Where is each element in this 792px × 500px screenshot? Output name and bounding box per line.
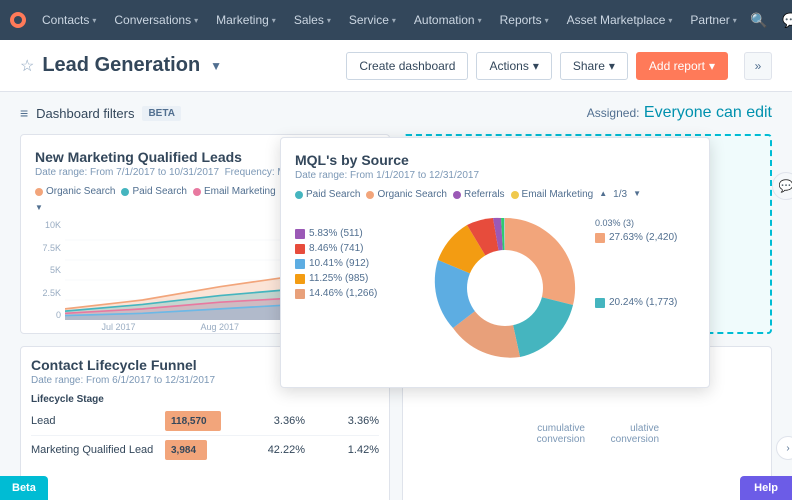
donut-dot-paid: [295, 191, 303, 199]
legend-dot-email: [193, 188, 201, 196]
y-axis: 10K 7.5K 5K 2.5K 0: [35, 220, 65, 320]
filter-icon: ≡: [20, 105, 28, 121]
donut-right-labels: 0.03% (3) 27.63% (2,420) 20.24% (1,773): [595, 218, 715, 308]
top-navigation: Contacts▾ Conversations▾ Marketing▾ Sale…: [0, 0, 792, 40]
legend-organic-search: Organic Search: [35, 186, 115, 197]
donut-label-3: 11.25% (985): [295, 273, 415, 284]
donut-page: 1/3: [613, 189, 627, 200]
assigned-area: Assigned: Everyone can edit: [587, 104, 772, 122]
beta-label[interactable]: Beta: [0, 476, 48, 500]
assigned-label: Assigned:: [587, 106, 640, 120]
dashboard-actions: Create dashboard Actions ▾ Share ▾ Add r…: [346, 52, 772, 80]
filters-bar: ≡ Dashboard filters BETA Assigned: Every…: [20, 104, 772, 122]
assigned-value[interactable]: Everyone can edit: [644, 104, 772, 121]
favorite-icon[interactable]: ☆: [20, 56, 34, 76]
search-icon[interactable]: 🔍: [747, 8, 771, 32]
mql-pct1: 42.22%: [235, 444, 305, 456]
donut-legend-email: Email Marketing: [511, 189, 594, 200]
donut-label-1: 8.46% (741): [295, 243, 415, 254]
sub-navigation: ☆ Lead Generation ▼ Create dashboard Act…: [0, 40, 792, 92]
donut-svg: [425, 208, 585, 368]
donut-legend-paid: Paid Search: [295, 189, 360, 200]
mql-stage-label: Marketing Qualified Lead: [31, 444, 161, 456]
add-report-button[interactable]: Add report ▾: [636, 52, 728, 80]
mql-bar-container: 3,984: [165, 440, 231, 460]
nav-service[interactable]: Service▾: [341, 9, 404, 31]
filters-label: Dashboard filters: [36, 106, 134, 121]
filters-left: ≡ Dashboard filters BETA: [20, 105, 181, 121]
nav-conversations[interactable]: Conversations▾: [106, 9, 206, 31]
lead-bar: 118,570: [165, 411, 221, 431]
beta-badge: BETA: [142, 106, 180, 121]
donut-next-icon[interactable]: ▼: [633, 189, 641, 200]
donut-dot-referrals: [453, 191, 461, 199]
lead-pct1: 3.36%: [235, 415, 305, 427]
help-button[interactable]: Help: [740, 476, 792, 500]
legend-dot-paid: [121, 188, 129, 196]
donut-svg-container: [425, 208, 585, 373]
donut-rlabel-top: 0.03% (3): [595, 218, 715, 228]
nav-reports[interactable]: Reports▾: [492, 9, 557, 31]
chat-icon[interactable]: 💬: [779, 8, 792, 32]
actions-button[interactable]: Actions ▾: [476, 52, 551, 80]
mql-pct2: 1.42%: [309, 444, 379, 456]
collapse-panel-button[interactable]: »: [744, 52, 772, 80]
funnel-row-lead: Lead 118,570 3.36% 3.36%: [31, 411, 379, 436]
donut-title: MQL's by Source: [295, 152, 695, 168]
title-dropdown-icon[interactable]: ▼: [210, 59, 222, 73]
donut-chart-container: 5.83% (511) 8.46% (741) 10.41% (912) 11.…: [295, 208, 695, 373]
donut-label-0: 5.83% (511): [295, 228, 415, 239]
donut-dot-email: [511, 191, 519, 199]
nav-asset-marketplace[interactable]: Asset Marketplace▾: [559, 9, 681, 31]
share-button[interactable]: Share ▾: [560, 52, 628, 80]
page-title: Lead Generation: [42, 54, 200, 77]
chart1-next-icon[interactable]: ▼: [35, 203, 43, 212]
legend-paid-search: Paid Search: [121, 186, 186, 197]
nav-marketing[interactable]: Marketing▾: [208, 9, 284, 31]
mql-bar: 3,984: [165, 440, 207, 460]
lead-pct2: 3.36%: [309, 415, 379, 427]
main-content: ≡ Dashboard filters BETA Assigned: Every…: [0, 92, 792, 500]
donut-date: Date range: From 1/1/2017 to 12/31/2017: [295, 170, 695, 181]
donut-rlabel-2: 20.24% (1,773): [595, 297, 715, 308]
lifecycle-stage-label: Lifecycle Stage: [31, 394, 379, 405]
feedback-icon[interactable]: 💬: [772, 172, 792, 200]
donut-legend-referrals: Referrals: [453, 189, 505, 200]
lead-bar-container: 118,570: [165, 411, 231, 431]
nav-partner[interactable]: Partner▾: [682, 9, 744, 31]
page-title-area: ☆ Lead Generation ▼: [20, 54, 222, 77]
nav-right-icons: 🔍 💬 ⚙ 🔔 U: [747, 6, 792, 34]
donut-rlabel-1: 27.63% (2,420): [595, 232, 715, 243]
donut-rlabel-2-spacer: 20.24% (1,773): [595, 297, 715, 308]
nav-automation[interactable]: Automation▾: [406, 9, 490, 31]
col-headers: cumulativeconversion ulativeconversion: [515, 423, 659, 445]
create-dashboard-button[interactable]: Create dashboard: [346, 52, 468, 80]
hubspot-logo[interactable]: [8, 6, 28, 34]
donut-dot-organic: [366, 191, 374, 199]
donut-prev-icon[interactable]: ▲: [599, 189, 607, 200]
donut-legend-organic: Organic Search: [366, 189, 446, 200]
lead-stage-label: Lead: [31, 415, 161, 427]
donut-label-2: 10.41% (912): [295, 258, 415, 269]
donut-chart-card: MQL's by Source Date range: From 1/1/201…: [280, 137, 710, 388]
legend-dot-organic: [35, 188, 43, 196]
donut-legend: Paid Search Organic Search Referrals Ema…: [295, 189, 695, 200]
donut-label-4: 14.46% (1,266): [295, 288, 415, 299]
legend-email-marketing: Email Marketing: [193, 186, 276, 197]
nav-sales[interactable]: Sales▾: [286, 9, 339, 31]
donut-left-labels: 5.83% (511) 8.46% (741) 10.41% (912) 11.…: [295, 228, 415, 299]
expand-right-button[interactable]: ›: [776, 436, 792, 460]
funnel-row-mql: Marketing Qualified Lead 3,984 42.22% 1.…: [31, 440, 379, 460]
nav-contacts[interactable]: Contacts▾: [34, 9, 104, 31]
